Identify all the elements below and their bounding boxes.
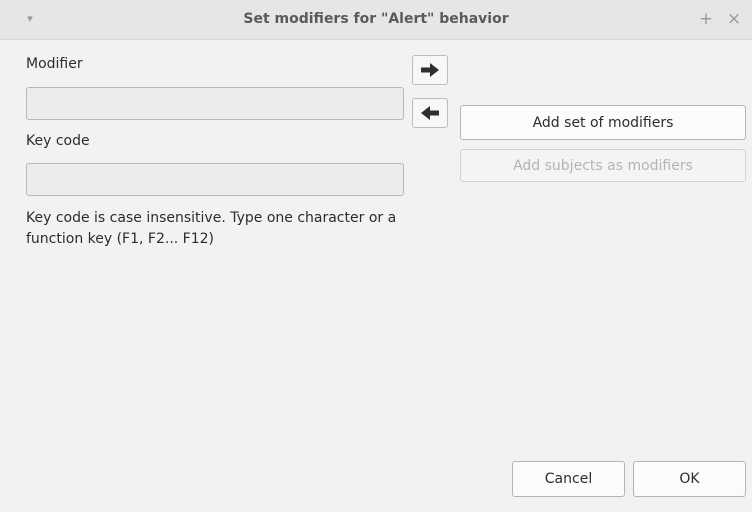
title-bar: ▾ Set modifiers for "Alert" behavior + × [0, 0, 752, 40]
move-left-button[interactable] [412, 98, 448, 128]
keycode-hint: Key code is case insensitive. Type one c… [26, 210, 397, 247]
arrow-right-icon [421, 63, 439, 77]
modifier-label: Modifier [26, 56, 83, 72]
ok-button[interactable]: OK [633, 461, 746, 497]
window-title: Set modifiers for "Alert" behavior [243, 11, 509, 27]
dialog-window: ▾ Set modifiers for "Alert" behavior + ×… [0, 0, 752, 512]
cancel-button[interactable]: Cancel [512, 461, 625, 497]
close-icon[interactable]: × [726, 10, 742, 28]
arrow-left-icon [421, 106, 439, 120]
keycode-label: Key code [26, 133, 90, 149]
pin-icon[interactable]: + [698, 10, 714, 28]
move-right-button[interactable] [412, 55, 448, 85]
keycode-field[interactable] [26, 163, 404, 196]
add-subjects-as-modifiers-button[interactable]: Add subjects as modifiers [460, 149, 746, 182]
modifier-field[interactable] [26, 87, 404, 120]
add-set-of-modifiers-button[interactable]: Add set of modifiers [460, 105, 746, 140]
